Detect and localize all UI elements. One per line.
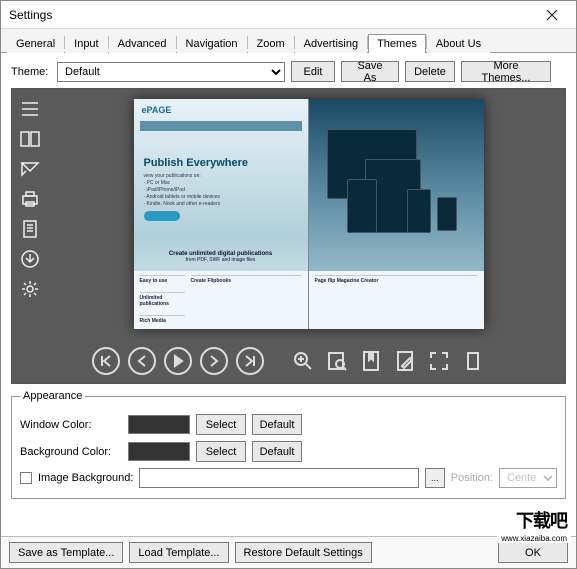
position-select: Center (499, 468, 557, 488)
prev-page-button[interactable] (128, 347, 156, 375)
singlepage-icon[interactable] (460, 347, 486, 375)
background-color-label: Background Color: (20, 446, 122, 458)
more-themes-button[interactable]: More Themes... (461, 61, 551, 82)
background-color-select-button[interactable]: Select (196, 441, 246, 462)
fullscreen-icon[interactable] (426, 347, 452, 375)
window-color-label: Window Color: (20, 419, 122, 431)
preview-subtext: view your publications on: · PC or Mac ·… (144, 173, 221, 208)
appearance-group: Appearance Window Color: Select Default … (11, 390, 566, 499)
play-button[interactable] (164, 347, 192, 375)
search-icon[interactable] (324, 347, 350, 375)
tab-zoom[interactable]: Zoom (248, 34, 294, 53)
watermark-logo: 下载吧 (512, 507, 571, 533)
preview-logo: ePAGE (142, 105, 172, 115)
edit-icon[interactable] (392, 347, 418, 375)
first-page-button[interactable] (92, 347, 120, 375)
image-background-checkbox[interactable] (20, 472, 32, 484)
load-template-button[interactable]: Load Template... (129, 542, 228, 563)
window-title: Settings (9, 8, 532, 22)
tab-bar: General Input Advanced Navigation Zoom A… (1, 29, 576, 53)
settings-icon[interactable] (18, 279, 42, 299)
theme-row: Theme: Default Edit Save As Delete More … (11, 61, 566, 82)
settings-window: Settings General Input Advanced Navigati… (0, 0, 577, 569)
delete-button[interactable]: Delete (405, 61, 455, 82)
preview-pages: ePAGE Publish Everywhere view your publi… (52, 89, 565, 339)
flipbook-preview: ePAGE Publish Everywhere view your publi… (134, 99, 484, 329)
thumbnails-icon[interactable] (18, 129, 42, 149)
preview-nav (140, 121, 302, 131)
tab-input[interactable]: Input (65, 34, 107, 53)
background-color-row: Background Color: Select Default (20, 441, 557, 462)
window-color-select-button[interactable]: Select (196, 414, 246, 435)
save-as-button[interactable]: Save As (341, 61, 399, 82)
share-icon[interactable] (18, 159, 42, 179)
image-background-label: Image Background: (38, 472, 133, 484)
theme-select[interactable]: Default (57, 62, 285, 82)
preview-caption: Create unlimited digital publications fr… (134, 251, 308, 263)
titlebar: Settings (1, 1, 576, 29)
edit-button[interactable]: Edit (291, 61, 335, 82)
background-color-swatch[interactable] (128, 442, 190, 461)
background-color-default-button[interactable]: Default (252, 441, 302, 462)
ok-button[interactable]: OK (498, 542, 568, 563)
bookmark-icon[interactable] (358, 347, 384, 375)
close-button[interactable] (532, 3, 572, 27)
appearance-legend: Appearance (20, 390, 85, 402)
tab-about[interactable]: About Us (427, 34, 490, 53)
preview-sidebar (12, 89, 52, 339)
tab-advanced[interactable]: Advanced (109, 34, 176, 53)
preview-cta (144, 211, 180, 221)
save-template-button[interactable]: Save as Template... (9, 542, 123, 563)
next-page-button[interactable] (200, 347, 228, 375)
theme-label: Theme: (11, 66, 51, 78)
window-color-default-button[interactable]: Default (252, 414, 302, 435)
preview-lower: Easy to use Unlimited publications Rich … (134, 271, 308, 329)
preview-right-page: Page flip Magazine Creator (309, 99, 484, 329)
tab-navigation[interactable]: Navigation (177, 34, 247, 53)
watermark-url: www.xiazaiba.com (497, 534, 571, 543)
window-color-swatch[interactable] (128, 415, 190, 434)
themes-panel: Theme: Default Edit Save As Delete More … (1, 53, 576, 536)
preview-headline: Publish Everywhere (144, 157, 249, 169)
download-icon[interactable] (18, 249, 42, 269)
last-page-button[interactable] (236, 347, 264, 375)
window-color-row: Window Color: Select Default (20, 414, 557, 435)
tab-general[interactable]: General (7, 34, 64, 53)
zoom-in-icon[interactable] (290, 347, 316, 375)
menu-icon[interactable] (18, 99, 42, 119)
document-icon[interactable] (18, 219, 42, 239)
image-background-row: Image Background: ... Position: Center (20, 468, 557, 488)
tab-themes[interactable]: Themes (368, 34, 426, 53)
position-label: Position: (451, 472, 493, 484)
preview-left-page: ePAGE Publish Everywhere view your publi… (134, 99, 309, 329)
tab-advertising[interactable]: Advertising (295, 34, 367, 53)
theme-preview: ePAGE Publish Everywhere view your publi… (11, 88, 566, 384)
restore-defaults-button[interactable]: Restore Default Settings (235, 542, 372, 563)
preview-controls (12, 339, 565, 383)
bottom-bar: Save as Template... Load Template... Res… (1, 536, 576, 568)
image-background-path[interactable] (139, 468, 418, 488)
print-icon[interactable] (18, 189, 42, 209)
browse-button[interactable]: ... (425, 468, 445, 488)
preview-lower-r: Page flip Magazine Creator (309, 271, 484, 329)
